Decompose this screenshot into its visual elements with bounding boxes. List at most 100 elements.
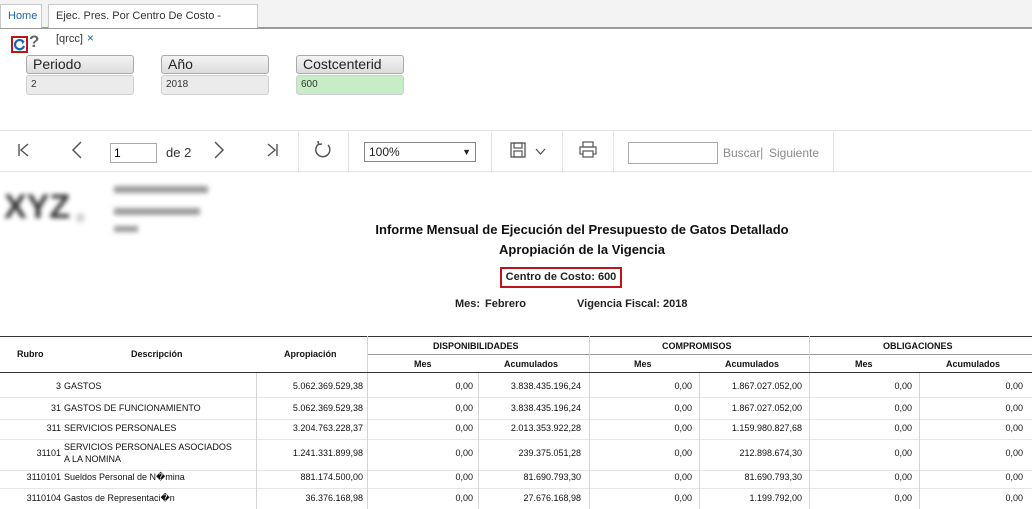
group-disponibilidades: DISPONIBILIDADES xyxy=(433,341,519,351)
refresh-icon xyxy=(13,38,26,51)
tab-report[interactable]: Ejec. Pres. Por Centro De Costo -[qrcc] × xyxy=(48,4,258,45)
cell-disp-acumulados: 27.676.168,98 xyxy=(523,493,581,503)
cell-apropiacion: 1.241.331.899,98 xyxy=(292,448,363,458)
cost-center-badge: Centro de Costo: 600 xyxy=(500,267,622,288)
anio-field[interactable]: 2018 xyxy=(161,75,269,95)
tab-home[interactable]: Home xyxy=(0,4,42,28)
col-rubro: Rubro xyxy=(17,349,44,359)
cell-obl-acumulados: 0,00 xyxy=(1005,423,1023,433)
cell-rubro: 31101 xyxy=(36,448,61,458)
cell-comp-mes: 0,00 xyxy=(674,381,692,391)
cell-descripcion-line2: A LA NOMINA xyxy=(64,454,122,464)
group-compromisos: COMPROMISOS xyxy=(662,341,732,351)
cell-descripcion: GASTOS DE FUNCIONAMIENTO xyxy=(64,403,201,413)
cell-descripcion: SERVICIOS PERSONALES ASOCIADOS xyxy=(64,442,232,452)
cell-comp-mes: 0,00 xyxy=(674,472,692,482)
search-divider: | xyxy=(760,145,764,160)
cell-disp-acumulados: 2.013.353.922,28 xyxy=(510,423,581,433)
col-disp-acumulados: Acumulados xyxy=(504,359,559,369)
cell-disp-mes: 0,00 xyxy=(455,448,473,458)
search-input[interactable] xyxy=(628,142,718,164)
cell-disp-mes: 0,00 xyxy=(455,403,473,413)
print-icon[interactable] xyxy=(579,141,597,158)
cell-comp-mes: 0,00 xyxy=(674,493,692,503)
row-divider xyxy=(0,439,1032,440)
col-obl-acumulados: Acumulados xyxy=(946,359,1001,369)
cell-comp-acumulados: 212.898.674,30 xyxy=(739,448,802,458)
page-number-input[interactable] xyxy=(110,143,157,163)
cell-disp-acumulados: 81.690.793,30 xyxy=(523,472,581,482)
table-header-rule xyxy=(0,372,1032,373)
group-header-rule xyxy=(368,354,1032,355)
row-divider xyxy=(0,397,1032,398)
toolbar-separator xyxy=(491,131,492,173)
cell-obl-acumulados: 0,00 xyxy=(1005,403,1023,413)
cell-obl-acumulados: 0,00 xyxy=(1005,381,1023,391)
tab-home-label: Home xyxy=(8,10,38,22)
cell-rubro: 31 xyxy=(50,403,61,413)
column-divider xyxy=(919,373,920,509)
toolbar-separator xyxy=(613,131,614,173)
close-icon[interactable]: × xyxy=(87,31,94,45)
costcenter-label: Costcenterid xyxy=(296,55,404,74)
help-icon[interactable]: ? xyxy=(29,32,39,52)
tab-report-label: Ejec. Pres. Por Centro De Costo -[qrcc] xyxy=(56,10,222,45)
cell-apropiacion: 3.204.763.228,37 xyxy=(292,423,363,433)
refresh-button[interactable] xyxy=(11,36,28,53)
zoom-select[interactable]: 100% ▼ xyxy=(364,142,476,162)
group-obligaciones: OBLIGACIONES xyxy=(883,341,953,351)
prev-page-icon[interactable] xyxy=(71,141,83,159)
column-divider xyxy=(809,373,810,509)
costcenter-field[interactable]: 600 xyxy=(296,75,404,95)
cell-obl-mes: 0,00 xyxy=(894,403,912,413)
cell-descripcion: Sueldos Personal de N�mina xyxy=(64,472,185,482)
next-result-button[interactable]: Siguiente xyxy=(769,146,819,160)
chevron-down-icon[interactable] xyxy=(535,148,546,155)
cell-apropiacion: 5.062.369.529,38 xyxy=(292,381,363,391)
row-divider xyxy=(0,419,1032,420)
toolbar-separator xyxy=(833,131,834,173)
cell-disp-mes: 0,00 xyxy=(455,472,473,482)
cell-comp-acumulados: 1.159.980.827,68 xyxy=(731,423,802,433)
periodo-label: Periodo xyxy=(26,55,134,74)
col-comp-mes: Mes xyxy=(634,359,652,369)
row-divider xyxy=(0,470,1032,471)
first-page-icon[interactable] xyxy=(17,143,31,157)
report-subtitle: Apropiación de la Vigencia xyxy=(499,242,665,257)
cell-rubro: 3 xyxy=(55,381,61,391)
periodo-field[interactable]: 2 xyxy=(26,75,134,95)
column-divider xyxy=(478,373,479,509)
reload-icon[interactable] xyxy=(313,140,333,160)
cell-descripcion: SERVICIOS PERSONALES xyxy=(64,423,177,433)
toolbar-separator xyxy=(298,131,299,173)
cell-apropiacion: 5.062.369.529,38 xyxy=(292,403,363,413)
cell-obl-acumulados: 0,00 xyxy=(1005,472,1023,482)
cell-disp-acumulados: 239.375.051,28 xyxy=(518,448,581,458)
report-title: Informe Mensual de Ejecución del Presupu… xyxy=(375,222,789,237)
page-count: de 2 xyxy=(166,145,192,160)
cell-disp-acumulados: 3.838.435.196,24 xyxy=(510,381,581,391)
search-button[interactable]: Buscar xyxy=(723,146,760,160)
save-icon[interactable] xyxy=(510,142,526,158)
cell-obl-mes: 0,00 xyxy=(894,381,912,391)
cell-comp-mes: 0,00 xyxy=(674,448,692,458)
cell-disp-mes: 0,00 xyxy=(455,493,473,503)
cell-comp-acumulados: 81.690.793,30 xyxy=(744,472,802,482)
column-divider xyxy=(367,373,368,509)
cell-rubro: 3110101 xyxy=(26,472,61,482)
toolbar-separator xyxy=(348,131,349,173)
cell-obl-mes: 0,00 xyxy=(894,493,912,503)
next-page-icon[interactable] xyxy=(213,141,225,159)
table-top-rule xyxy=(0,336,1032,337)
report-toolbar: de 2 100% ▼ Buscar | Siguiente xyxy=(0,130,1032,173)
cell-comp-mes: 0,00 xyxy=(674,403,692,413)
cell-disp-mes: 0,00 xyxy=(455,423,473,433)
anio-label: Año xyxy=(161,55,269,74)
mes-value: Febrero xyxy=(485,298,526,310)
cell-comp-mes: 0,00 xyxy=(674,423,692,433)
row-divider xyxy=(0,488,1032,489)
cell-comp-acumulados: 1.867.027.052,00 xyxy=(731,403,802,413)
last-page-icon[interactable] xyxy=(265,143,279,157)
dropdown-arrow-icon: ▼ xyxy=(462,147,471,157)
toolbar-separator xyxy=(562,131,563,173)
